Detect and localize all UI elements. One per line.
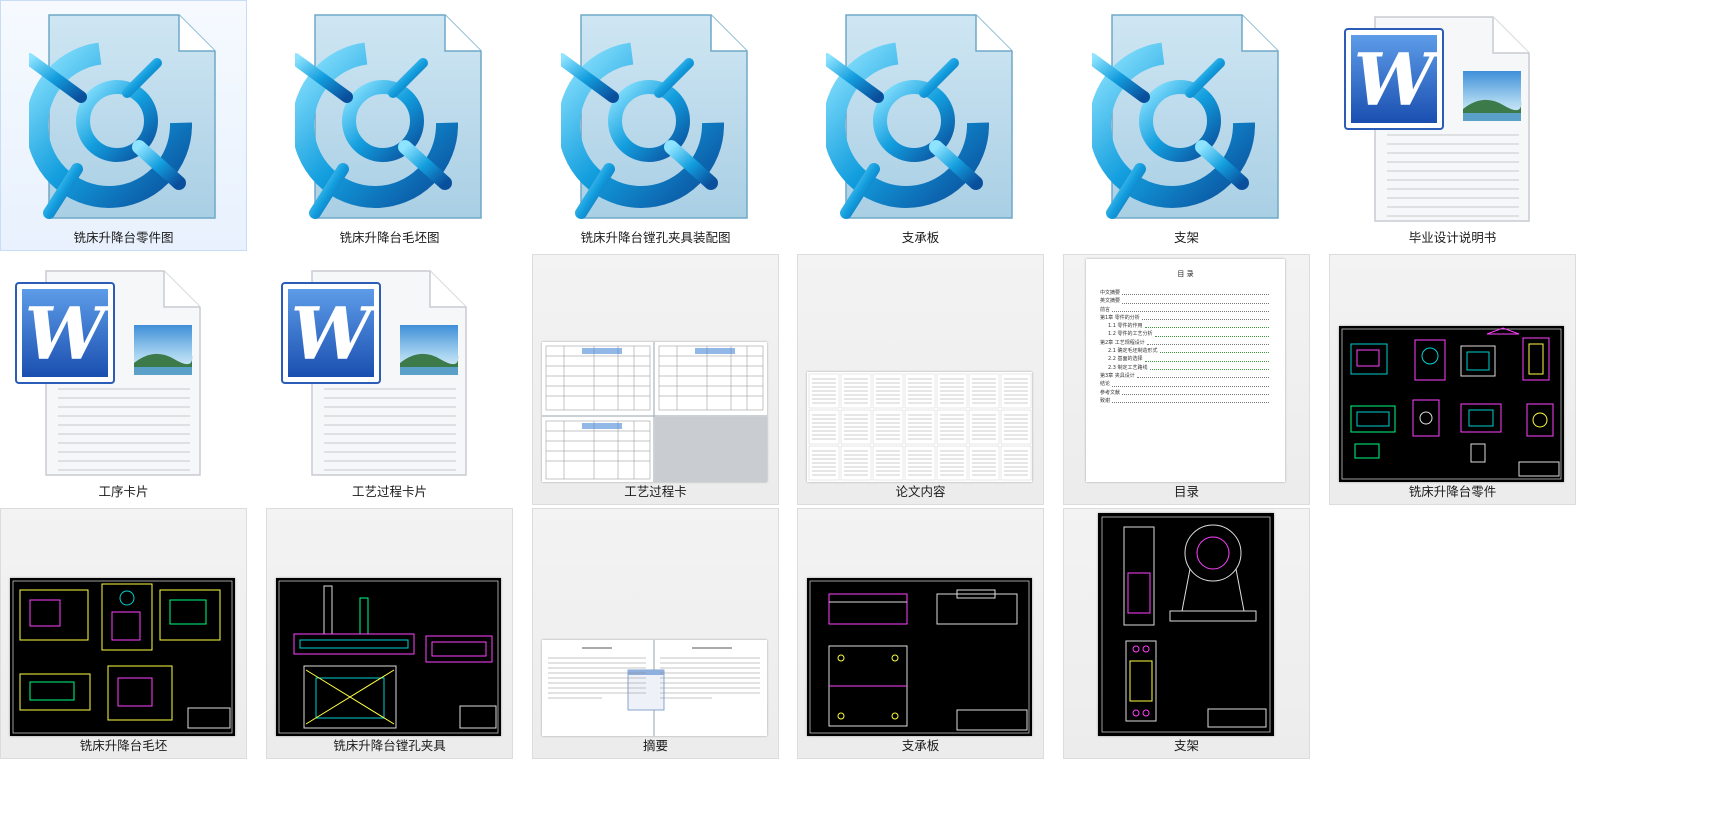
toc-entry-label: 第3章 夹具设计: [1100, 372, 1135, 379]
toc-leader: [1136, 372, 1269, 379]
toc-entry: 1.2 零件的工艺分析: [1100, 330, 1271, 338]
toc-leader: [1122, 297, 1269, 304]
toc-entry: 参考文献: [1100, 389, 1271, 397]
toc-entry-label: 第2章 工艺规程设计: [1100, 339, 1145, 346]
toc-leader: [1159, 347, 1269, 354]
file-item-image-thesis[interactable]: 论文内容: [797, 254, 1044, 505]
toc-entry: 结论: [1100, 380, 1271, 388]
word-file-icon: W: [15, 270, 201, 476]
toc-entry: 第1章 零件的分析: [1100, 314, 1271, 322]
file-label: 铣床升降台毛坯图: [339, 230, 440, 245]
file-item-word-3[interactable]: W 工艺过程卡片: [266, 254, 513, 505]
file-item-image-fixture[interactable]: 铣床升降台镗孔夹具: [266, 508, 513, 759]
cad-file-icon: [561, 14, 748, 219]
cad-file-icon: [826, 14, 1013, 219]
toc-entry: 前言: [1100, 306, 1271, 314]
process-card-thumbnail: [542, 342, 767, 482]
toc-entry: 2.1 确定毛坯制造形式: [1100, 347, 1271, 355]
abstract-pages-thumbnail: [542, 640, 767, 736]
file-label: 支承板: [901, 230, 940, 245]
toc-entry: 第3章 夹具设计: [1100, 372, 1271, 380]
toc-entry: 2.3 制定工艺路线: [1100, 364, 1271, 372]
toc-leader: [1122, 389, 1269, 395]
toc-title: 目 录: [1177, 270, 1194, 278]
file-item-image-toc[interactable]: 目 录 中文摘要英文摘要 前言 第1章 零件的分析 1.1 零件的作用 1.2 零件的工…: [1063, 254, 1310, 505]
toc-leader: [1146, 339, 1269, 346]
file-item-cad-5[interactable]: 支架: [1063, 0, 1310, 251]
toc-leader: [1144, 355, 1269, 362]
svg-text:W: W: [291, 291, 378, 376]
file-label: 铣床升降台零件图: [73, 230, 174, 245]
cad-drawing-thumbnail: [807, 578, 1032, 736]
toc-leader: [1144, 322, 1269, 329]
file-label: 工序卡片: [98, 484, 149, 499]
file-grid: 铣床升降台零件图 铣床升降台毛坯图 铣床升降台镗孔夹具装配图 支承板 支架 W …: [0, 0, 1717, 833]
toc-entry-list: 中文摘要 英文摘要 前言 第1章 零件的分析 1.1 零件的作用 1.2 零件的工艺分析第…: [1100, 289, 1271, 405]
file-item-word-1[interactable]: W 毕业设计说明书: [1329, 0, 1576, 251]
word-file-icon: W: [1344, 16, 1530, 222]
toc-entry-label: 1.1 零件的作用: [1108, 323, 1143, 330]
file-label: 支承板: [901, 738, 940, 753]
file-item-word-2[interactable]: W 工序卡片: [0, 254, 247, 505]
cad-file-icon: [295, 14, 482, 219]
toc-entry-label: 参考文献: [1100, 389, 1121, 396]
file-label: 摘要: [642, 738, 668, 753]
thesis-pages-thumbnail: [807, 372, 1032, 482]
file-label: 工艺过程卡片: [351, 484, 427, 499]
toc-entry: 致谢: [1100, 397, 1271, 405]
toc-leader: [1112, 380, 1269, 387]
toc-leader: [1112, 306, 1269, 312]
cad-drawing-thumbnail: [276, 578, 501, 736]
toc-entry-label: 中文摘要: [1100, 290, 1121, 296]
svg-text:W: W: [25, 291, 112, 376]
toc-entry: 2.2 基面的选择: [1100, 355, 1271, 363]
file-label: 工艺过程卡: [624, 484, 687, 499]
cad-file-icon: [29, 14, 216, 219]
cad-drawing-thumbnail: [1098, 513, 1274, 736]
toc-entry: 第2章 工艺规程设计: [1100, 339, 1271, 347]
toc-leader: [1122, 289, 1269, 296]
file-item-image-part[interactable]: 铣床升降台零件: [1329, 254, 1576, 505]
cad-drawing-thumbnail: [10, 578, 235, 736]
toc-entry-label: 致谢: [1100, 397, 1111, 404]
toc-leader: [1154, 330, 1269, 337]
file-item-cad-2[interactable]: 铣床升降台毛坯图: [266, 0, 513, 251]
toc-entry: 英文摘要: [1100, 297, 1271, 305]
toc-entry-label: 2.1 确定毛坯制造形式: [1108, 348, 1158, 355]
file-item-image-process-card[interactable]: 工艺过程卡: [532, 254, 779, 505]
file-item-image-bracket[interactable]: 支架: [1063, 508, 1310, 759]
toc-entry-label: 前言: [1100, 306, 1111, 313]
file-label: 支架: [1173, 230, 1199, 245]
file-label: 毕业设计说明书: [1408, 230, 1497, 245]
toc-entry-label: 2.2 基面的选择: [1108, 356, 1143, 363]
file-item-cad-3[interactable]: 铣床升降台镗孔夹具装配图: [532, 0, 779, 251]
file-label: 铣床升降台镗孔夹具: [333, 738, 446, 753]
toc-leader: [1112, 397, 1269, 404]
cad-drawing-thumbnail: [1339, 326, 1564, 482]
toc-leader: [1141, 314, 1269, 321]
toc-entry-label: 结论: [1100, 381, 1111, 388]
file-label: 铣床升降台零件: [1408, 484, 1497, 499]
table-of-contents-thumbnail: 目 录 中文摘要英文摘要 前言 第1章 零件的分析 1.1 零件的作用 1.2 零件的工…: [1086, 259, 1285, 482]
cad-file-icon: [1092, 14, 1279, 219]
file-label: 铣床升降台镗孔夹具装配图: [580, 230, 731, 245]
file-label: 支架: [1173, 738, 1199, 753]
toc-leader: [1149, 364, 1269, 370]
svg-text:W: W: [1354, 37, 1441, 122]
file-item-image-blank[interactable]: 铣床升降台毛坯: [0, 508, 247, 759]
file-item-cad-4[interactable]: 支承板: [797, 0, 1044, 251]
file-label: 目录: [1173, 484, 1199, 499]
file-item-image-support-plate[interactable]: 支承板: [797, 508, 1044, 759]
toc-entry: 中文摘要: [1100, 289, 1271, 297]
toc-entry-label: 第1章 零件的分析: [1100, 314, 1140, 321]
file-item-cad-1[interactable]: 铣床升降台零件图: [0, 0, 247, 251]
toc-entry: 1.1 零件的作用: [1100, 322, 1271, 330]
file-label: 论文内容: [895, 484, 946, 499]
file-item-image-abstract[interactable]: 摘要: [532, 508, 779, 759]
toc-entry-label: 英文摘要: [1100, 298, 1121, 305]
toc-entry-label: 2.3 制定工艺路线: [1108, 364, 1148, 371]
word-file-icon: W: [281, 270, 467, 476]
toc-entry-label: 1.2 零件的工艺分析: [1108, 331, 1153, 338]
file-label: 铣床升降台毛坯: [79, 738, 168, 753]
